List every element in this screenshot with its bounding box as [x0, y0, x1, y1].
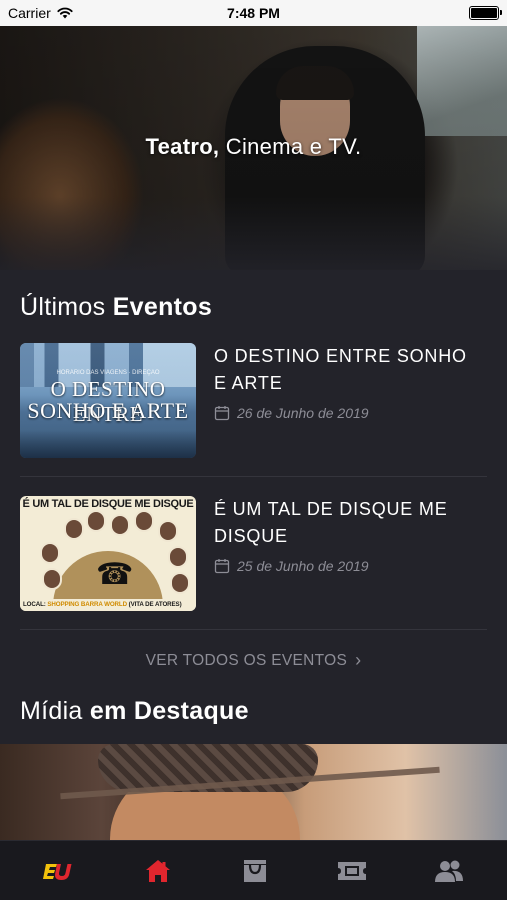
home-icon [145, 860, 170, 882]
tab-people[interactable] [398, 841, 499, 900]
telephone-icon: ☎ [96, 558, 134, 591]
events-section-title: Últimos Eventos [20, 293, 212, 322]
event-date-text: 25 de Junho de 2019 [237, 558, 369, 574]
brand-logo-icon [42, 864, 71, 880]
thumbnail-small-text: HORÁRIO DAS VIAGENS · DIREÇÃO [56, 370, 160, 376]
status-time: 7:48 PM [227, 5, 280, 21]
status-bar: Carrier 7:48 PM [0, 0, 507, 26]
tab-shop[interactable] [204, 841, 305, 900]
thumbnail-person [158, 520, 178, 542]
thumbnail-footer-suffix: (VITA DE ATORES) [126, 601, 182, 608]
event-thumbnail[interactable]: É UM TAL DE DISQUE ME DISQUE ☎ LOCAL: SH… [20, 496, 196, 611]
thumbnail-person [134, 510, 154, 532]
people-icon [434, 860, 463, 882]
event-card[interactable]: HORÁRIO DAS VIAGENS · DIREÇÃO O DESTINO … [20, 343, 487, 463]
tab-home[interactable] [107, 841, 208, 900]
events-title-regular: Últimos [20, 293, 113, 321]
tab-bar [0, 840, 507, 900]
tab-brand[interactable] [8, 841, 109, 900]
featured-media-card[interactable] [0, 744, 507, 840]
thumbnail-person [64, 518, 84, 540]
thumbnail-person [86, 510, 106, 532]
see-all-events-link[interactable]: VER TODOS OS EVENTOS › [0, 650, 507, 671]
media-title-bold: em Destaque [89, 697, 249, 725]
event-date-text: 26 de Junho de 2019 [237, 405, 369, 421]
ticket-icon [337, 862, 366, 880]
thumbnail-footer-highlight: SHOPPING BARRA WORLD [47, 601, 127, 608]
thumbnail-footer-prefix: LOCAL: [23, 601, 48, 608]
see-all-label: VER TODOS OS EVENTOS [145, 652, 348, 669]
thumbnail-person [168, 546, 188, 568]
thumbnail-person [110, 514, 130, 536]
thumbnail-person [42, 568, 62, 590]
event-title[interactable]: O DESTINO ENTRE SONHO E ARTE [214, 343, 484, 397]
event-date: 25 de Junho de 2019 [214, 558, 369, 574]
hero-tagline: Teatro, Cinema e TV. [0, 134, 507, 160]
event-title[interactable]: É UM TAL DE DISQUE ME DISQUE [214, 496, 484, 550]
thumbnail-person [40, 542, 60, 564]
divider [20, 476, 487, 477]
event-card[interactable]: É UM TAL DE DISQUE ME DISQUE ☎ LOCAL: SH… [20, 496, 487, 616]
thumbnail-title-line2: SONHO E ARTE [27, 398, 189, 423]
bag-icon [243, 860, 266, 882]
thumbnail-footer: LOCAL: SHOPPING BARRA WORLD (VITA DE ATO… [20, 599, 196, 611]
thumbnail-bridge [20, 430, 196, 458]
thumbnail-person [170, 572, 190, 594]
hero-tagline-bold: Teatro, [145, 134, 220, 159]
chevron-right-icon: › [355, 650, 362, 670]
media-title-regular: Mídia [20, 697, 90, 725]
hero-tagline-rest: Cinema e TV. [219, 134, 362, 159]
events-title-bold: Eventos [112, 293, 213, 321]
hero-banner[interactable]: Teatro, Cinema e TV. [0, 26, 507, 270]
thumbnail-header: É UM TAL DE DISQUE ME DISQUE [22, 498, 194, 510]
event-date: 26 de Junho de 2019 [214, 405, 369, 421]
battery-icon [469, 6, 502, 20]
calendar-icon [214, 559, 230, 574]
tab-tickets[interactable] [301, 841, 402, 900]
calendar-icon [214, 406, 230, 421]
media-section-title: Mídia em Destaque [20, 697, 249, 726]
divider [20, 629, 487, 630]
event-thumbnail[interactable]: HORÁRIO DAS VIAGENS · DIREÇÃO O DESTINO … [20, 343, 196, 458]
